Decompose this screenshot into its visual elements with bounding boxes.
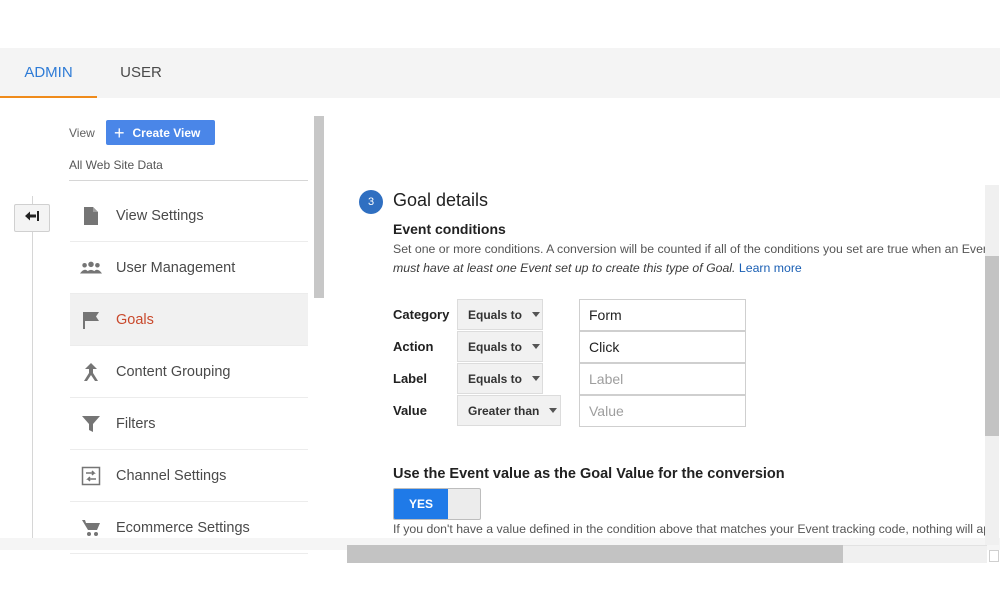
content-area: View + Create View All Web Site Data Vie…	[0, 98, 1000, 563]
plus-icon: +	[114, 122, 125, 143]
operator-dropdown[interactable]: Equals to	[457, 363, 543, 394]
description-italic: must have at least one Event set up to c…	[393, 261, 736, 275]
nav-item-ecommerce-settings[interactable]: Ecommerce Settings	[70, 502, 308, 554]
chevron-down-icon	[532, 376, 541, 381]
condition-value-input[interactable]	[579, 299, 746, 331]
admin-nav: View Settings User Management Goals Cont…	[70, 190, 308, 554]
condition-value-input[interactable]	[579, 395, 746, 427]
condition-label: Action	[393, 339, 434, 354]
channel-settings-icon	[80, 465, 102, 487]
description-line: Set one or more conditions. A conversion…	[393, 242, 988, 256]
operator-value: Equals to	[468, 307, 523, 322]
event-value-note: If you don't have a value defined in the…	[393, 522, 988, 536]
nav-label: User Management	[116, 259, 236, 276]
create-view-button[interactable]: + Create View	[106, 120, 215, 145]
nav-label: Ecommerce Settings	[116, 519, 250, 536]
tab-bar: ADMIN USER	[0, 48, 1000, 98]
nav-label: Filters	[116, 415, 156, 432]
operator-value: Equals to	[468, 339, 523, 354]
nav-item-user-management[interactable]: User Management	[70, 242, 308, 294]
admin-frame: ADMIN USER View + Create View All Web Si…	[0, 48, 1000, 563]
event-value-toggle[interactable]: YES	[393, 488, 481, 520]
chevron-down-icon	[549, 408, 558, 413]
condition-label: Category	[393, 307, 450, 322]
nav-label: Goals	[116, 311, 154, 328]
sidebar-scrollbar[interactable]	[314, 116, 324, 298]
nav-item-channel-settings[interactable]: Channel Settings	[70, 450, 308, 502]
scrollbar-corner	[989, 550, 999, 562]
create-view-label: Create View	[132, 125, 201, 140]
divider	[69, 180, 308, 181]
event-conditions-title: Event conditions	[393, 221, 506, 237]
cart-icon	[80, 517, 102, 539]
nav-label: View Settings	[116, 207, 204, 224]
operator-dropdown[interactable]: Greater than	[457, 395, 561, 426]
nav-item-filters[interactable]: Filters	[70, 398, 308, 450]
flag-icon	[80, 309, 102, 331]
step-badge: 3	[359, 190, 383, 214]
view-label: View	[69, 126, 95, 140]
condition-value-input[interactable]	[579, 363, 746, 395]
document-icon	[80, 205, 102, 227]
people-icon	[80, 257, 102, 279]
back-button[interactable]	[14, 204, 50, 232]
view-name[interactable]: All Web Site Data	[69, 158, 163, 172]
vertical-scrollbar-thumb[interactable]	[985, 256, 999, 436]
tab-user[interactable]: USER	[104, 48, 178, 98]
nav-label: Channel Settings	[116, 467, 227, 484]
operator-dropdown[interactable]: Equals to	[457, 331, 543, 362]
tab-admin[interactable]: ADMIN	[0, 48, 97, 98]
description-line-2: must have at least one Event set up to c…	[393, 259, 988, 278]
chevron-down-icon	[532, 344, 541, 349]
operator-value: Greater than	[468, 403, 540, 418]
nav-label: Content Grouping	[116, 363, 231, 380]
filter-icon	[80, 413, 102, 435]
nav-item-content-grouping[interactable]: Content Grouping	[70, 346, 308, 398]
horizontal-scrollbar-thumb[interactable]	[347, 545, 843, 563]
nav-item-view-settings[interactable]: View Settings	[70, 190, 308, 242]
merge-arrow-icon	[80, 361, 102, 383]
toggle-yes-label: YES	[394, 489, 448, 519]
condition-label: Value	[393, 403, 427, 418]
condition-value-input[interactable]	[579, 331, 746, 363]
goal-details-title: Goal details	[393, 190, 489, 210]
learn-more-link[interactable]: Learn more	[739, 261, 802, 275]
back-arrow-icon	[24, 209, 40, 227]
nav-item-goals[interactable]: Goals	[70, 294, 308, 346]
use-event-value-title: Use the Event value as the Goal Value fo…	[393, 466, 785, 482]
back-rail	[32, 196, 33, 538]
operator-dropdown[interactable]: Equals to	[457, 299, 543, 330]
operator-value: Equals to	[468, 371, 523, 386]
event-conditions-description: Set one or more conditions. A conversion…	[393, 240, 988, 278]
condition-label: Label	[393, 371, 427, 386]
chevron-down-icon	[532, 312, 541, 317]
